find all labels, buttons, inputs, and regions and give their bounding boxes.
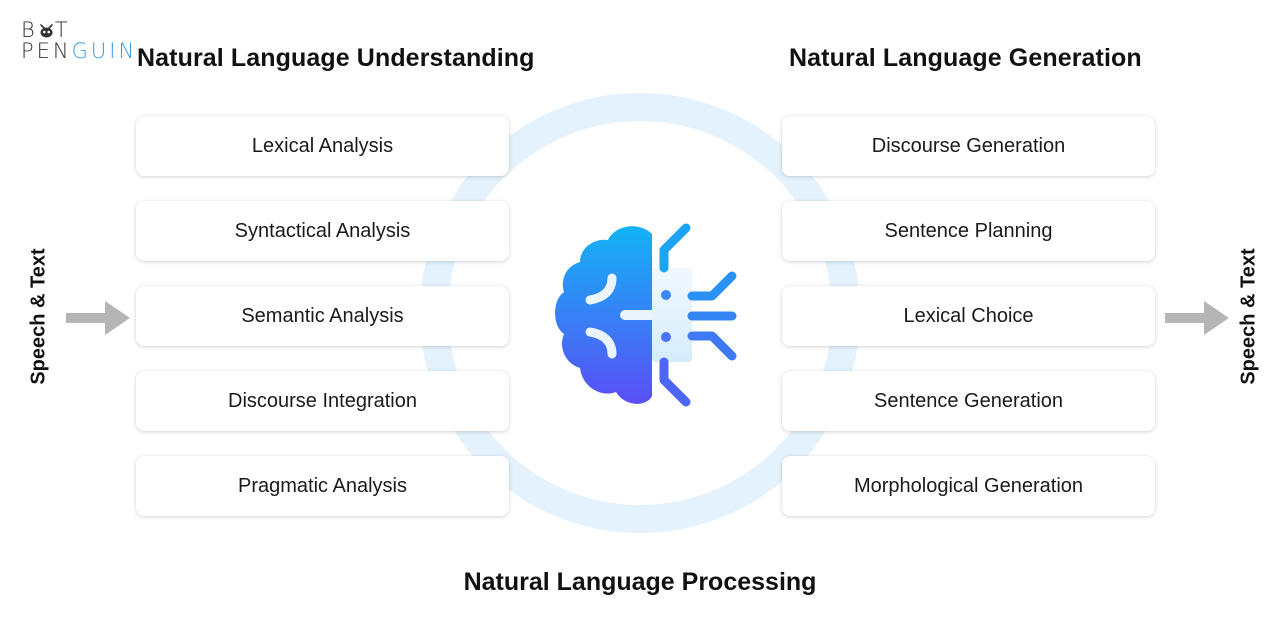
logo-line-2: PENGUIN (21, 41, 137, 62)
logo-pen: PEN (21, 39, 72, 63)
arrow-right-icon (1165, 301, 1229, 335)
logo-guin: GUIN (71, 39, 138, 63)
nlg-step: Sentence Planning (782, 201, 1155, 261)
nlu-step: Lexical Analysis (136, 116, 509, 176)
nlu-step: Syntactical Analysis (136, 201, 509, 261)
chip-panel (652, 268, 692, 362)
nlp-title: Natural Language Processing (463, 568, 817, 596)
robot-face-icon (39, 21, 54, 38)
botpenguin-logo: BT PENGUIN (21, 20, 137, 62)
nlg-step: Sentence Generation (782, 371, 1155, 431)
input-label: Speech & Text (27, 248, 50, 385)
nlg-step: Discourse Generation (782, 116, 1155, 176)
brain-circuit-icon (555, 223, 737, 407)
nlu-step: Pragmatic Analysis (136, 456, 509, 516)
nlu-step: Discourse Integration (136, 371, 509, 431)
arrow-right-icon (66, 301, 130, 335)
nlg-step: Lexical Choice (782, 286, 1155, 346)
output-label: Speech & Text (1237, 248, 1260, 385)
nlg-step: Morphological Generation (782, 456, 1155, 516)
nlg-title: Natural Language Generation (789, 44, 1142, 72)
nlu-step: Semantic Analysis (136, 286, 509, 346)
nlu-title: Natural Language Understanding (137, 44, 535, 72)
logo-line-1: BT (21, 20, 137, 41)
